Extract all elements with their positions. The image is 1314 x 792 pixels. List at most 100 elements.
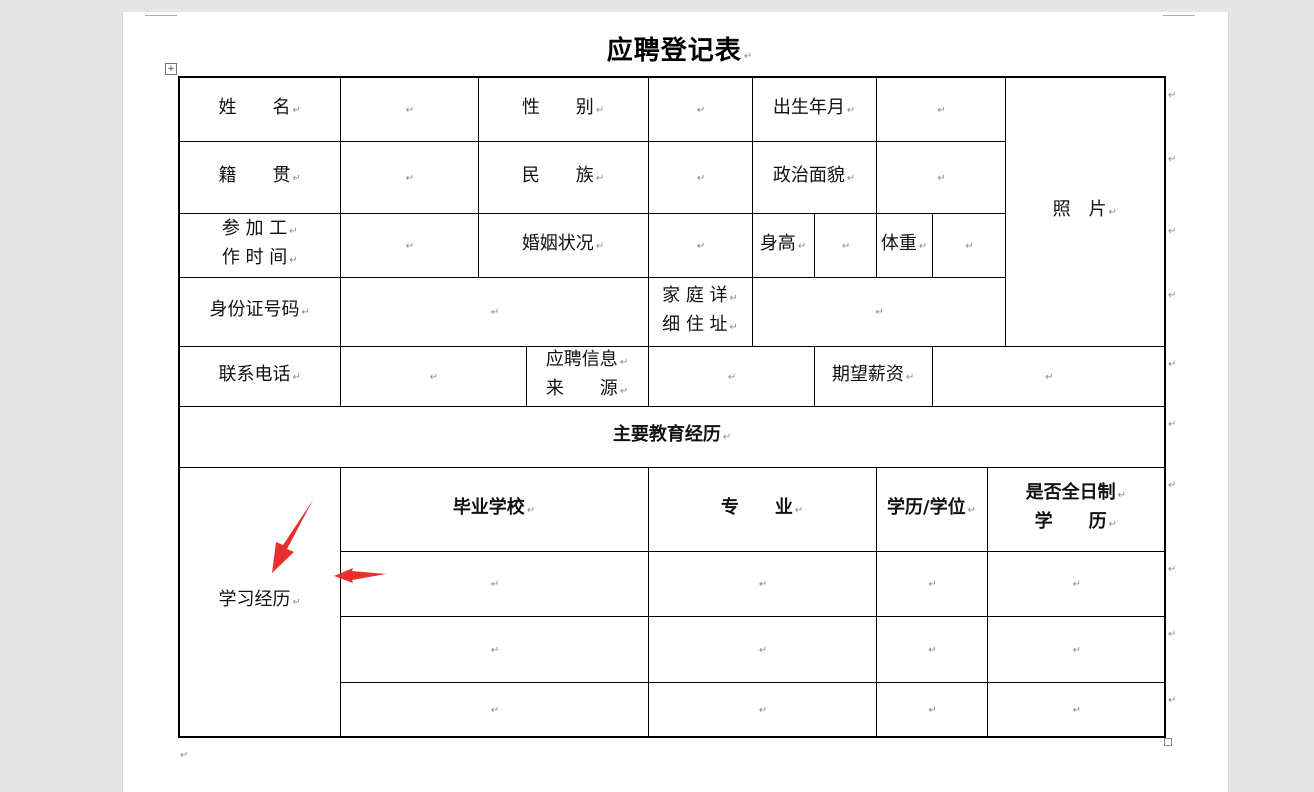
education-side-label-cell[interactable]: 学习经历 ↵ (178, 466, 341, 738)
native-label: 籍 贯 (218, 164, 291, 186)
paragraph-mark: ↵ (405, 240, 415, 252)
source-label-cell[interactable]: 应聘信息 ↵ 来 源 ↵ (525, 345, 649, 407)
marital-value-cell[interactable]: ↵ (647, 212, 753, 278)
major-header-cell[interactable]: 专 业 ↵ (647, 466, 877, 552)
paragraph-mark: ↵ (928, 579, 937, 590)
row-end-mark: ↵ (1168, 629, 1177, 640)
fulltime-cell[interactable]: ↵ (986, 550, 1166, 617)
paragraph-mark: ↵ (743, 51, 754, 62)
phone-value-cell[interactable]: ↵ (339, 345, 527, 407)
major-cell[interactable]: ↵ (647, 550, 877, 617)
paragraph-mark: ↵ (1072, 579, 1081, 590)
document-title-text[interactable]: 应聘登记表 (607, 36, 742, 66)
ethnic-label: 民 族 (521, 164, 594, 186)
salary-label: 期望薪资 (831, 363, 904, 385)
height-value-cell[interactable]: ↵ (813, 212, 877, 278)
paragraph-mark: ↵ (846, 172, 856, 184)
weight-value-cell[interactable]: ↵ (931, 212, 1006, 278)
address-label-cell[interactable]: 家 庭 详 ↵ 细 住 址 ↵ (647, 276, 753, 347)
paragraph-mark: ↵ (928, 704, 937, 716)
photo-cell[interactable]: 照 片 ↵ (1004, 76, 1166, 347)
paragraph-mark: ↵ (289, 226, 298, 237)
paragraph-mark: ↵ (696, 240, 706, 252)
id-label: 身份证号码 (209, 299, 300, 320)
school-cell[interactable]: ↵ (339, 550, 649, 617)
paragraph-mark: ↵ (758, 579, 768, 590)
paragraph-mark: ↵ (490, 644, 500, 656)
degree-cell[interactable]: ↵ (875, 681, 988, 738)
work-start-value-cell[interactable]: ↵ (339, 212, 479, 278)
birth-value-cell[interactable]: ↵ (875, 76, 1006, 142)
work-start-label-line1: 参 加 工 (221, 218, 288, 239)
height-label-cell[interactable]: 身高 ↵ (751, 212, 815, 278)
source-label-line1: 应聘信息 (545, 349, 618, 370)
phone-label-cell[interactable]: 联系电话 ↵ (178, 345, 341, 407)
paragraph-mark: ↵ (1072, 644, 1081, 656)
fulltime-header-cell[interactable]: 是否全日制 ↵ 学 历 ↵ (986, 466, 1166, 552)
table-move-handle-icon[interactable]: + (165, 63, 177, 75)
paragraph-mark: ↵ (292, 371, 301, 383)
school-cell[interactable]: ↵ (339, 615, 649, 683)
name-label-cell[interactable]: 姓 名 ↵ (178, 76, 341, 142)
name-value-cell[interactable]: ↵ (339, 76, 479, 142)
row-end-mark: ↵ (1168, 419, 1177, 430)
name-label: 姓 名 (218, 96, 291, 118)
degree-cell[interactable]: ↵ (875, 615, 988, 683)
address-value-cell[interactable]: ↵ (751, 276, 1006, 347)
paragraph-mark: ↵ (846, 104, 856, 116)
political-value-cell[interactable]: ↵ (875, 140, 1006, 214)
school-header: 毕业学校 (452, 496, 525, 518)
paragraph-mark: ↵ (1072, 704, 1081, 716)
paragraph-mark: ↵ (967, 504, 977, 516)
degree-header-cell[interactable]: 学历/学位 ↵ (875, 466, 988, 552)
work-start-label-cell[interactable]: 参 加 工 ↵ 作 时 间 ↵ (178, 212, 341, 278)
paragraph-mark: ↵ (696, 172, 706, 184)
major-cell[interactable]: ↵ (647, 615, 877, 683)
salary-value-cell[interactable]: ↵ (931, 345, 1166, 407)
degree-cell[interactable]: ↵ (875, 550, 988, 617)
native-value-cell[interactable]: ↵ (339, 140, 479, 214)
paragraph-mark: ↵ (1108, 519, 1117, 530)
address-label-line1: 家 庭 详 (662, 284, 728, 306)
source-value-cell[interactable]: ↵ (647, 345, 815, 407)
address-label-line2: 细 住 址 (662, 313, 728, 335)
paragraph-mark: ↵ (405, 172, 415, 184)
registration-table: 姓 名 ↵ ↵ 性 别 ↵ ↵ 出生年月 ↵ ↵ 照 片 ↵ 籍 贯 ↵ ↵ 民 族 ↵ ↵… (178, 76, 1167, 738)
paragraph-mark: ↵ (1117, 490, 1126, 501)
gender-label-cell[interactable]: 性 别 ↵ (477, 76, 649, 142)
row-end-mark: ↵ (1168, 695, 1177, 706)
paragraph-mark: ↵ (937, 104, 946, 116)
paragraph-mark: ↵ (180, 750, 189, 761)
ethnic-value-cell[interactable]: ↵ (647, 140, 753, 214)
paragraph-mark: ↵ (595, 104, 605, 116)
school-cell[interactable]: ↵ (339, 681, 649, 738)
paragraph-mark: ↵ (928, 644, 937, 656)
photo-label: 照 片 (1052, 199, 1107, 221)
id-value-cell[interactable]: ↵ (339, 276, 649, 347)
gender-value-cell[interactable]: ↵ (647, 76, 753, 142)
paragraph-mark: ↵ (526, 504, 536, 516)
paragraph-mark: ↵ (405, 104, 415, 116)
ethnic-label-cell[interactable]: 民 族 ↵ (477, 140, 649, 214)
paragraph-mark: ↵ (289, 255, 298, 266)
salary-label-cell[interactable]: 期望薪资 ↵ (813, 345, 933, 407)
weight-label-cell[interactable]: 体重 ↵ (875, 212, 933, 278)
marital-label-cell[interactable]: 婚姻状况 ↵ (477, 212, 649, 278)
id-label-cell[interactable]: 身份证号码 ↵ (178, 276, 341, 347)
paragraph-mark: ↵ (301, 307, 310, 318)
native-label-cell[interactable]: 籍 贯 ↵ (178, 140, 341, 214)
paragraph-mark: ↵ (429, 371, 439, 383)
paragraph-mark: ↵ (292, 597, 301, 609)
table-resize-handle[interactable] (1164, 738, 1172, 746)
political-label-cell[interactable]: 政治面貌 ↵ (751, 140, 877, 214)
document-title[interactable]: 应聘登记表 ↵ (560, 30, 800, 67)
major-cell[interactable]: ↵ (647, 681, 877, 738)
school-header-cell[interactable]: 毕业学校 ↵ (339, 466, 649, 552)
paragraph-mark: ↵ (1045, 371, 1054, 383)
education-section-title-cell[interactable]: 主要教育经历 ↵ (178, 405, 1166, 468)
paragraph-mark: ↵ (937, 172, 946, 184)
paragraph-mark: ↵ (619, 386, 629, 397)
fulltime-cell[interactable]: ↵ (986, 615, 1166, 683)
birth-label-cell[interactable]: 出生年月 ↵ (751, 76, 877, 142)
fulltime-cell[interactable]: ↵ (986, 681, 1166, 738)
